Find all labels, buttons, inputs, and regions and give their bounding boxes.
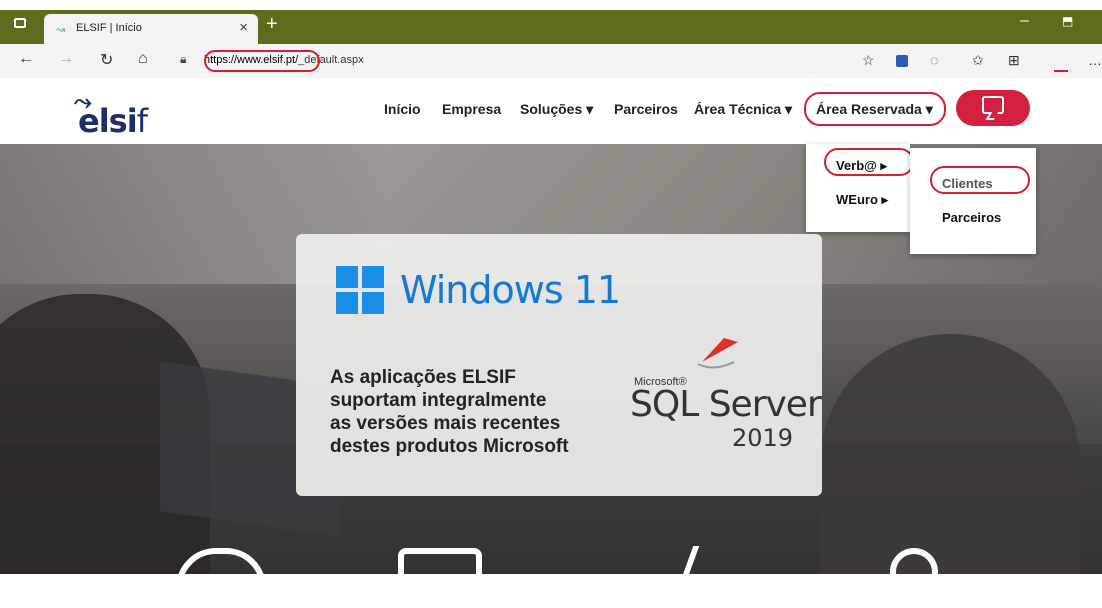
- home-icon[interactable]: ⌂: [138, 50, 148, 68]
- sql-server-text: SQL Server: [630, 384, 822, 425]
- extension-icon[interactable]: [896, 55, 908, 67]
- promo-card: Windows 11 As aplicações ELSIF suportam …: [296, 234, 822, 496]
- url-highlight-ring: [204, 50, 320, 72]
- nav-empresa[interactable]: Empresa: [442, 101, 501, 117]
- promo-line: As aplicações ELSIF: [330, 367, 516, 388]
- elsif-logo[interactable]: ⤳ elsif: [74, 90, 148, 140]
- verb-submenu-dropdown: Clientes Parceiros: [910, 148, 1036, 254]
- logo-bird-icon: ⤳: [74, 90, 92, 115]
- promo-line: suportam integralmente: [330, 390, 547, 411]
- windows-11-text: Windows 11: [400, 268, 621, 312]
- window-minimize-button[interactable]: –: [1020, 12, 1029, 30]
- lock-icon[interactable]: 🔒︎: [180, 52, 186, 67]
- hero-person-right: [820, 334, 1080, 574]
- top-strip: [0, 0, 1102, 10]
- clientes-highlight-ring: [930, 166, 1030, 194]
- read-aloud-icon[interactable]: ☆: [862, 52, 875, 69]
- nav-solucoes[interactable]: Soluções ▾: [520, 101, 593, 118]
- tab-actions-icon[interactable]: [14, 18, 26, 28]
- logo-text-f: f: [136, 102, 148, 140]
- browser-tab-bar: ↝ ELSIF | Início × + – ⬒: [0, 0, 1102, 44]
- site-favicon-icon: ↝: [56, 24, 66, 36]
- promo-text: As aplicações ELSIF suportam integralmen…: [330, 366, 620, 458]
- sql-server-logo-icon: [697, 338, 738, 369]
- window-restore-button[interactable]: ⬒: [1062, 14, 1073, 28]
- profile-icon[interactable]: [1054, 52, 1068, 72]
- collections-icon[interactable]: ⊞: [1008, 52, 1020, 69]
- windows-logo-icon: [336, 266, 384, 314]
- sql-version-text: 2019: [732, 424, 794, 452]
- forward-arrow-icon[interactable]: →: [58, 50, 74, 68]
- back-arrow-icon[interactable]: ←: [18, 50, 34, 68]
- chat-button[interactable]: [956, 90, 1030, 126]
- verb-highlight-ring: [824, 148, 914, 176]
- submenu-weuro[interactable]: WEuro ▸: [836, 192, 888, 208]
- submenu-parceiros[interactable]: Parceiros: [942, 210, 1001, 225]
- favorites-icon[interactable]: ✩: [972, 52, 984, 69]
- tab-title: ELSIF | Início: [76, 22, 142, 34]
- area-reservada-highlight-ring: [804, 92, 946, 126]
- nav-inicio[interactable]: Início: [384, 101, 421, 117]
- more-menu-icon[interactable]: …: [1088, 52, 1102, 68]
- chat-icon: [982, 96, 1004, 114]
- location-pin-icon: [890, 548, 938, 596]
- promo-line: as versões mais recentes: [330, 413, 561, 434]
- monitor-icon: [398, 548, 482, 608]
- promo-line: destes produtos Microsoft: [330, 436, 569, 457]
- nav-area-tecnica[interactable]: Área Técnica ▾: [694, 101, 792, 118]
- nav-parceiros[interactable]: Parceiros: [614, 101, 678, 117]
- new-tab-button[interactable]: +: [266, 13, 278, 36]
- tab-close-icon[interactable]: ×: [239, 19, 248, 36]
- browser-tab[interactable]: ↝ ELSIF | Início ×: [44, 14, 258, 44]
- extension-puzzle-icon[interactable]: ◌: [930, 52, 938, 68]
- reload-icon[interactable]: ↻: [100, 50, 113, 70]
